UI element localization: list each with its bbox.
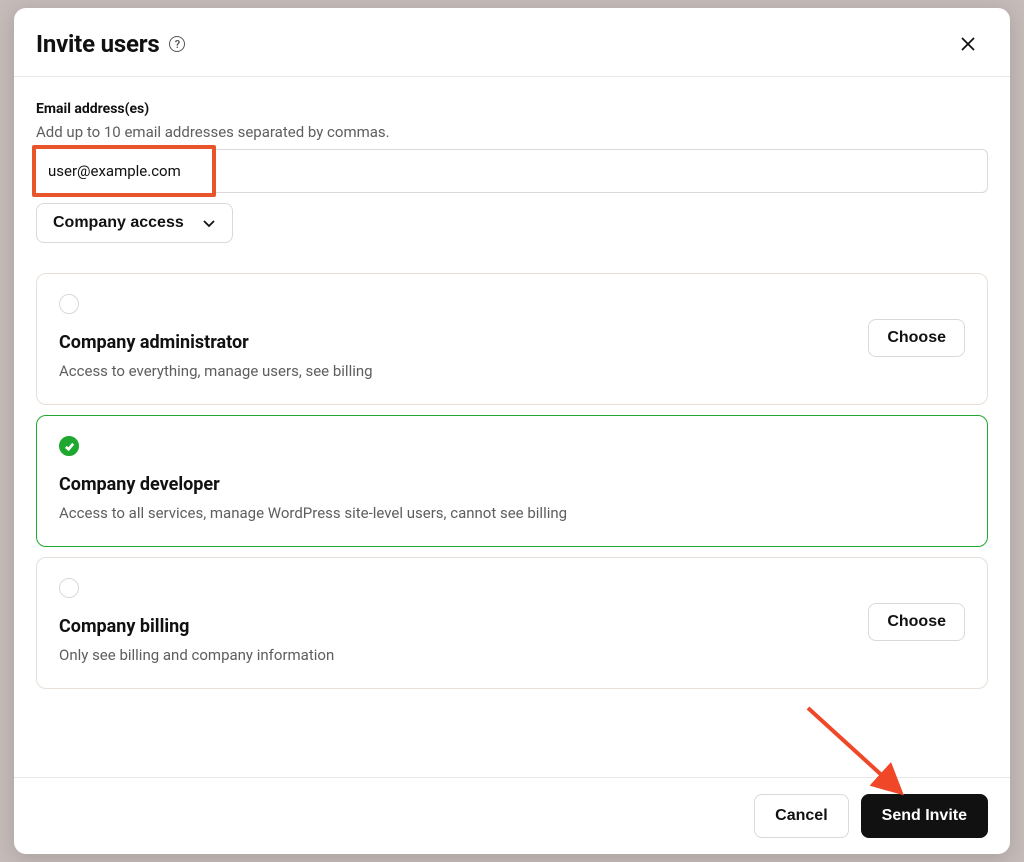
- invite-users-modal: Invite users ? Email address(es) Add up …: [14, 8, 1010, 854]
- role-title: Company billing: [59, 616, 848, 637]
- role-left: Company administrator Access to everythi…: [59, 294, 848, 382]
- role-card-administrator[interactable]: Company administrator Access to everythi…: [36, 273, 988, 405]
- help-icon[interactable]: ?: [169, 36, 185, 52]
- role-title: Company administrator: [59, 332, 848, 353]
- check-icon: [64, 441, 75, 452]
- role-radio-checked[interactable]: [59, 436, 79, 456]
- modal-title-wrap: Invite users ?: [36, 30, 185, 58]
- choose-button[interactable]: Choose: [868, 319, 965, 357]
- access-dropdown[interactable]: Company access: [36, 203, 233, 243]
- choose-button[interactable]: Choose: [868, 603, 965, 641]
- email-input-wrap: user@example.com: [36, 149, 988, 193]
- role-left: Company developer Access to all services…: [59, 436, 965, 524]
- chevron-down-icon: [202, 216, 216, 230]
- role-card-billing[interactable]: Company billing Only see billing and com…: [36, 557, 988, 689]
- role-card-developer[interactable]: Company developer Access to all services…: [36, 415, 988, 547]
- role-desc: Only see billing and company information: [59, 645, 848, 666]
- send-invite-button[interactable]: Send Invite: [861, 794, 988, 838]
- email-help: Add up to 10 email addresses separated b…: [36, 123, 988, 141]
- modal-header: Invite users ?: [14, 8, 1010, 77]
- close-icon: [960, 36, 976, 52]
- role-radio-unchecked[interactable]: [59, 578, 79, 598]
- role-left: Company billing Only see billing and com…: [59, 578, 848, 666]
- modal-body: Email address(es) Add up to 10 email add…: [14, 77, 1010, 777]
- role-desc: Access to everything, manage users, see …: [59, 361, 848, 382]
- modal-title: Invite users: [36, 30, 159, 58]
- role-desc: Access to all services, manage WordPress…: [59, 503, 965, 524]
- role-radio-unchecked[interactable]: [59, 294, 79, 314]
- email-label: Email address(es): [36, 101, 988, 117]
- access-dropdown-label: Company access: [53, 214, 184, 232]
- modal-footer: Cancel Send Invite: [14, 777, 1010, 854]
- role-title: Company developer: [59, 474, 965, 495]
- email-input[interactable]: [36, 149, 988, 193]
- close-button[interactable]: [954, 30, 982, 58]
- cancel-button[interactable]: Cancel: [754, 794, 848, 838]
